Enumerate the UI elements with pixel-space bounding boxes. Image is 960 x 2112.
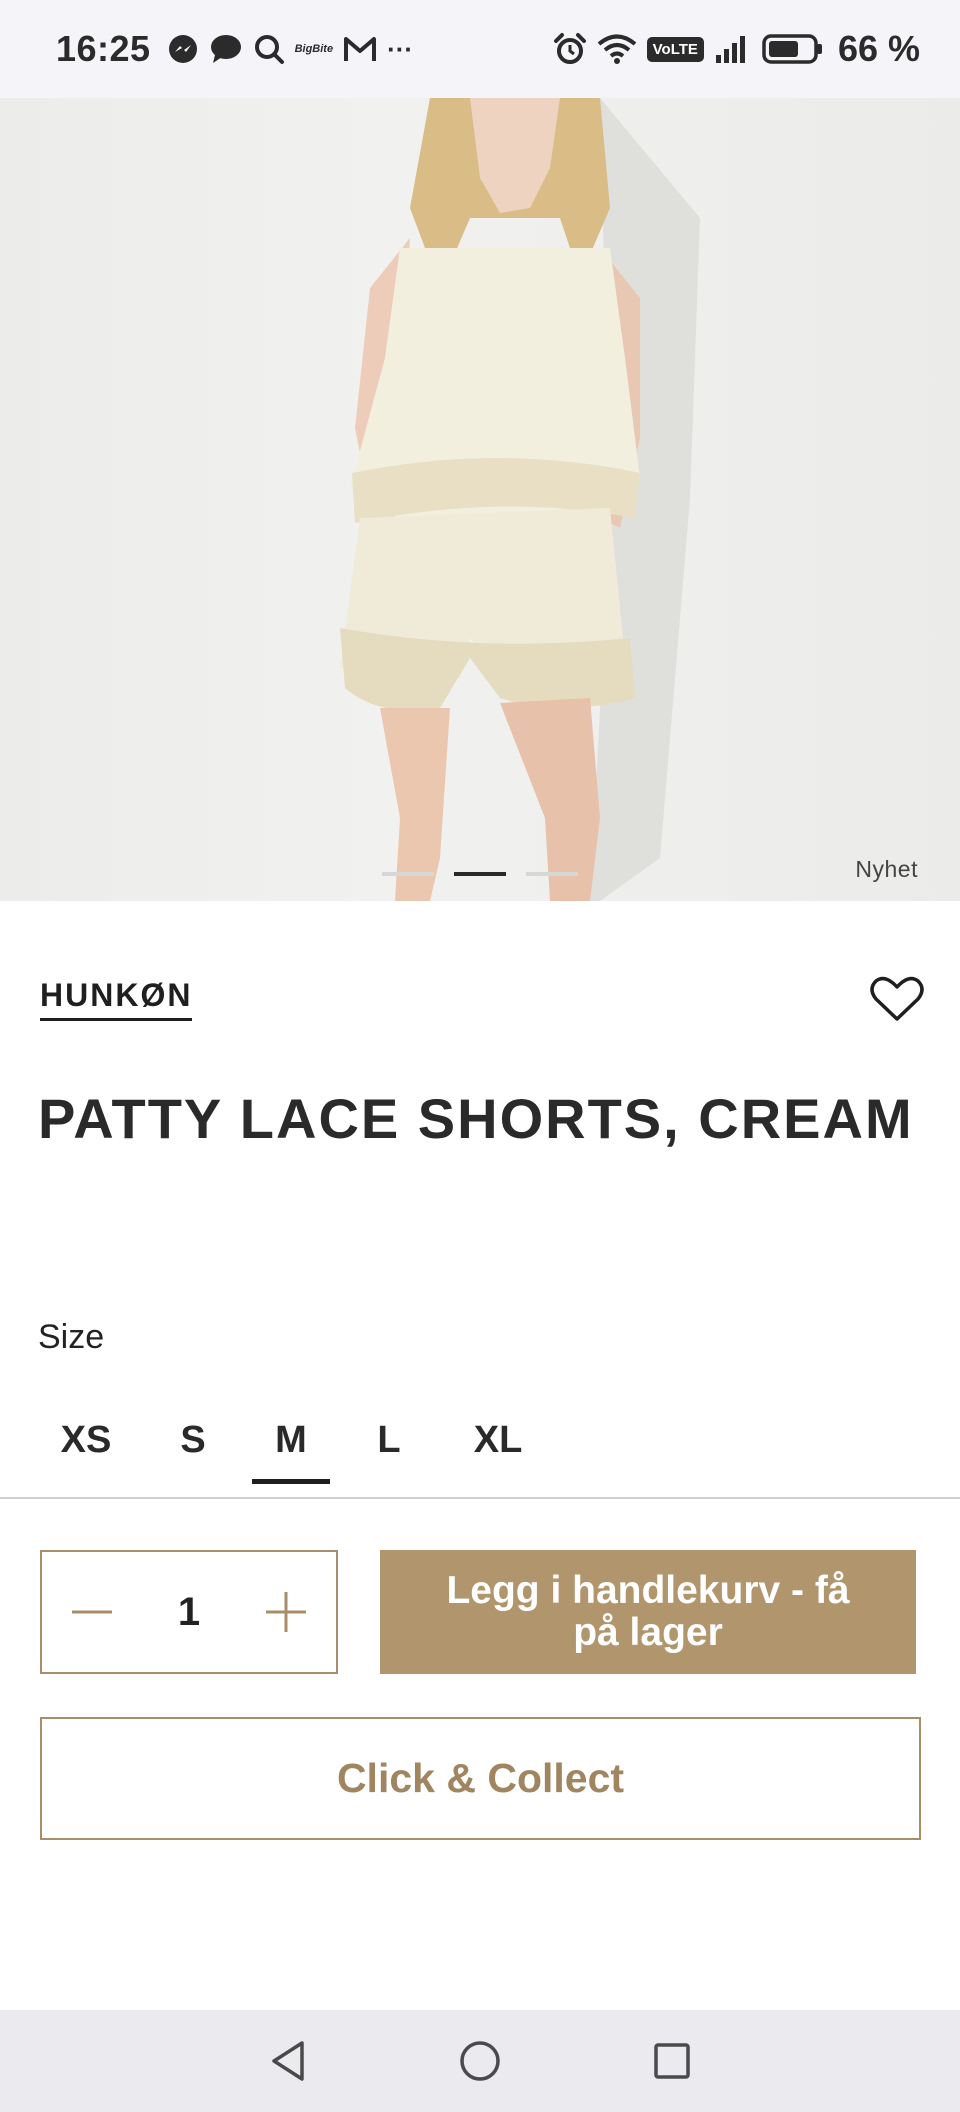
product-title: PATTY LACE SHORTS, CREAM <box>38 1087 914 1150</box>
wishlist-button[interactable] <box>870 975 924 1023</box>
carousel-dot-active[interactable] <box>454 872 506 876</box>
plus-icon <box>266 1592 306 1632</box>
quantity-value[interactable]: 1 <box>178 1590 200 1635</box>
status-time: 16:25 <box>56 28 151 69</box>
status-right: VoLTE 66 % <box>553 28 920 70</box>
carousel-indicator <box>0 872 960 876</box>
size-option-m[interactable]: M <box>252 1400 330 1484</box>
home-circle-icon[interactable] <box>454 2035 506 2087</box>
wifi-icon <box>597 33 637 65</box>
alarm-icon <box>553 32 587 66</box>
chat-bubble-icon <box>209 33 243 65</box>
quantity-stepper: 1 <box>40 1550 338 1674</box>
minus-icon <box>72 1610 112 1614</box>
status-left: 16:25 BigBite ··· <box>56 28 413 70</box>
back-triangle-icon[interactable] <box>262 2035 314 2087</box>
divider <box>0 1497 960 1499</box>
signal-icon <box>714 33 752 65</box>
heart-icon <box>870 976 924 1021</box>
increase-quantity-button[interactable] <box>264 1590 308 1634</box>
search-icon <box>253 33 285 65</box>
status-bar: 16:25 BigBite ··· VoLTE 66 % <box>0 0 960 98</box>
size-option-l[interactable]: L <box>330 1400 448 1484</box>
size-option-xs[interactable]: XS <box>38 1400 134 1484</box>
recents-square-icon[interactable] <box>646 2035 698 2087</box>
battery-icon <box>762 33 824 65</box>
click-collect-button[interactable]: Click & Collect <box>40 1717 921 1840</box>
brand-link[interactable]: HUNKØN <box>40 977 193 1021</box>
bigbite-icon: BigBite <box>294 43 334 55</box>
add-to-cart-button[interactable]: Legg i handlekurv - få på lager <box>380 1550 916 1674</box>
product-photo <box>340 98 700 901</box>
battery-percentage: 66 % <box>837 28 920 69</box>
decrease-quantity-button[interactable] <box>70 1590 114 1634</box>
system-navigation-bar <box>0 2010 960 2112</box>
messenger-icon <box>167 33 199 65</box>
product-image-carousel[interactable]: Nyhet <box>0 98 960 901</box>
carousel-dot[interactable] <box>526 872 578 876</box>
new-badge: Nyhet <box>855 856 918 882</box>
size-selector: XS S M L XL <box>38 1400 548 1484</box>
gmail-icon <box>343 35 377 63</box>
carousel-dot[interactable] <box>382 872 434 876</box>
size-option-xl[interactable]: XL <box>448 1400 548 1484</box>
size-label: Size <box>38 1318 105 1356</box>
volte-icon: VoLTE <box>646 36 704 62</box>
size-option-s[interactable]: S <box>134 1400 252 1484</box>
more-dots-icon: ··· <box>387 33 414 64</box>
